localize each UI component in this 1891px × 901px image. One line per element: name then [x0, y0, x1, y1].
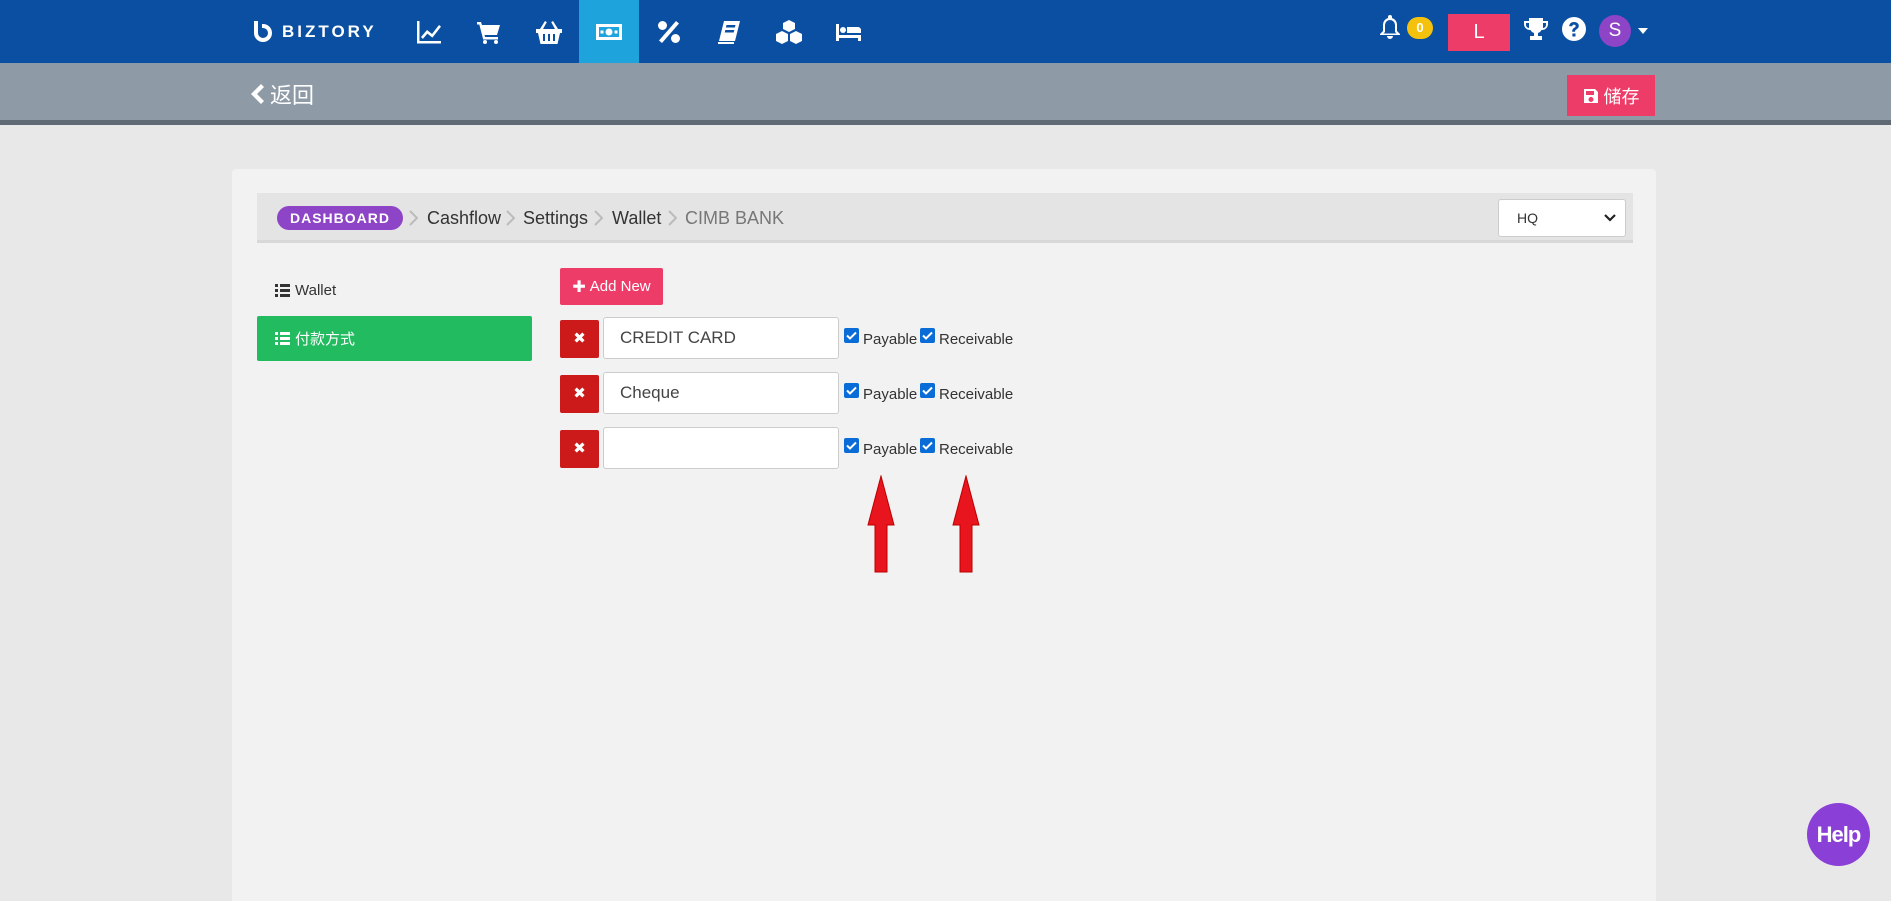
chart-line-icon [417, 20, 441, 43]
percent-icon [658, 20, 680, 43]
list-icon [275, 332, 290, 345]
breadcrumb: DASHBOARD Cashflow Settings Wallet CIMB … [257, 193, 1633, 243]
checkmark-icon [922, 441, 933, 450]
branch-select[interactable]: HQ [1498, 199, 1626, 237]
help-chat-widget[interactable]: Help [1807, 803, 1870, 866]
question-circle-icon [1562, 17, 1586, 41]
notification-count-badge: 0 [1407, 17, 1433, 39]
bell-icon [1380, 15, 1400, 39]
receivable-checkbox[interactable] [920, 328, 935, 343]
money-icon [596, 23, 622, 40]
action-bar: 返回 储存 [0, 63, 1891, 125]
cart-icon [477, 21, 500, 44]
achievements-button[interactable] [1523, 16, 1549, 42]
receivable-checkbox[interactable] [920, 383, 935, 398]
receivable-label: Receivable [939, 331, 1014, 348]
sidebar-item-payment-methods[interactable]: 付款方式 [257, 316, 532, 361]
save-button[interactable]: 储存 [1567, 75, 1655, 116]
breadcrumb-wallet[interactable]: Wallet [612, 206, 661, 230]
annotation-arrow-up-icon [952, 474, 980, 573]
delete-row-button[interactable]: ✖ [560, 430, 599, 468]
list-icon [275, 284, 290, 297]
nav-purchases[interactable] [519, 0, 579, 63]
checkmark-icon [846, 386, 857, 395]
trophy-icon [1524, 18, 1548, 40]
breadcrumb-separator-icon [409, 210, 419, 226]
nav-promotions[interactable] [639, 0, 699, 63]
delete-row-button[interactable]: ✖ [560, 375, 599, 413]
checkmark-icon [922, 331, 933, 340]
sidebar-item-label: Wallet [295, 282, 337, 299]
payment-method-name-input[interactable] [603, 427, 839, 469]
sidebar-item-wallet[interactable]: Wallet [275, 282, 336, 299]
nav-accounting[interactable] [699, 0, 759, 63]
help-button[interactable] [1561, 16, 1587, 42]
add-new-label: Add New [589, 278, 651, 295]
nav-cashflow[interactable] [579, 0, 639, 63]
back-button[interactable]: 返回 [250, 78, 314, 110]
book-icon [718, 20, 740, 44]
breadcrumb-cashflow[interactable]: Cashflow [427, 206, 501, 230]
save-label: 储存 [1603, 86, 1640, 107]
add-new-button[interactable]: ✚ Add New [560, 268, 663, 305]
receivable-label: Receivable [939, 386, 1014, 403]
nav-sales[interactable] [459, 0, 519, 63]
top-navbar: BIZTORY 0 L S [0, 0, 1891, 63]
breadcrumb-dashboard[interactable]: DASHBOARD [277, 206, 403, 230]
basket-icon [536, 20, 562, 44]
payment-method-row: ✖ Payable Receivable [560, 317, 1020, 359]
chevron-down-icon [1604, 214, 1616, 222]
payable-label: Payable [863, 441, 918, 458]
nav-inventory[interactable] [759, 0, 819, 63]
breadcrumb-current-wallet: CIMB BANK [685, 208, 785, 228]
plus-icon: ✚ [572, 278, 586, 296]
brand-logo[interactable]: BIZTORY [250, 18, 377, 46]
payable-label: Payable [863, 386, 918, 403]
annotation-arrow-up-icon [867, 474, 895, 573]
notifications-button[interactable] [1378, 14, 1404, 42]
payable-checkbox[interactable] [844, 383, 859, 398]
breadcrumb-separator-icon [668, 210, 678, 226]
sidebar-item-label: 付款方式 [295, 331, 356, 348]
back-label: 返回 [270, 83, 315, 108]
bed-icon [836, 23, 861, 41]
payment-method-row: ✖ Payable Receivable [560, 372, 1020, 414]
payment-method-name-input[interactable] [603, 372, 839, 414]
cubes-icon [776, 19, 802, 44]
main-panel: DASHBOARD Cashflow Settings Wallet CIMB … [232, 169, 1656, 901]
brand-name: BIZTORY [282, 22, 377, 41]
checkmark-icon [846, 331, 857, 340]
payable-checkbox[interactable] [844, 438, 859, 453]
payment-method-name-input[interactable] [603, 317, 839, 359]
branch-select-value: HQ [1517, 210, 1538, 226]
payable-checkbox[interactable] [844, 328, 859, 343]
floppy-disk-icon [1583, 88, 1598, 103]
user-location-button[interactable]: L [1448, 14, 1510, 51]
biztory-logo-icon [254, 21, 272, 42]
delete-row-button[interactable]: ✖ [560, 320, 599, 358]
breadcrumb-settings[interactable]: Settings [523, 206, 588, 230]
user-avatar[interactable]: S [1599, 15, 1631, 47]
checkmark-icon [922, 386, 933, 395]
payable-label: Payable [863, 331, 918, 348]
receivable-checkbox[interactable] [920, 438, 935, 453]
receivable-label: Receivable [939, 441, 1014, 458]
payment-method-row: ✖ Payable Receivable [560, 427, 1020, 469]
checkmark-icon [846, 441, 857, 450]
breadcrumb-separator-icon [506, 210, 516, 226]
user-menu-caret-icon[interactable] [1638, 28, 1648, 34]
chevron-left-icon [251, 84, 264, 104]
breadcrumb-separator-icon [594, 210, 604, 226]
nav-reports[interactable] [399, 0, 459, 63]
nav-booking[interactable] [819, 0, 879, 63]
